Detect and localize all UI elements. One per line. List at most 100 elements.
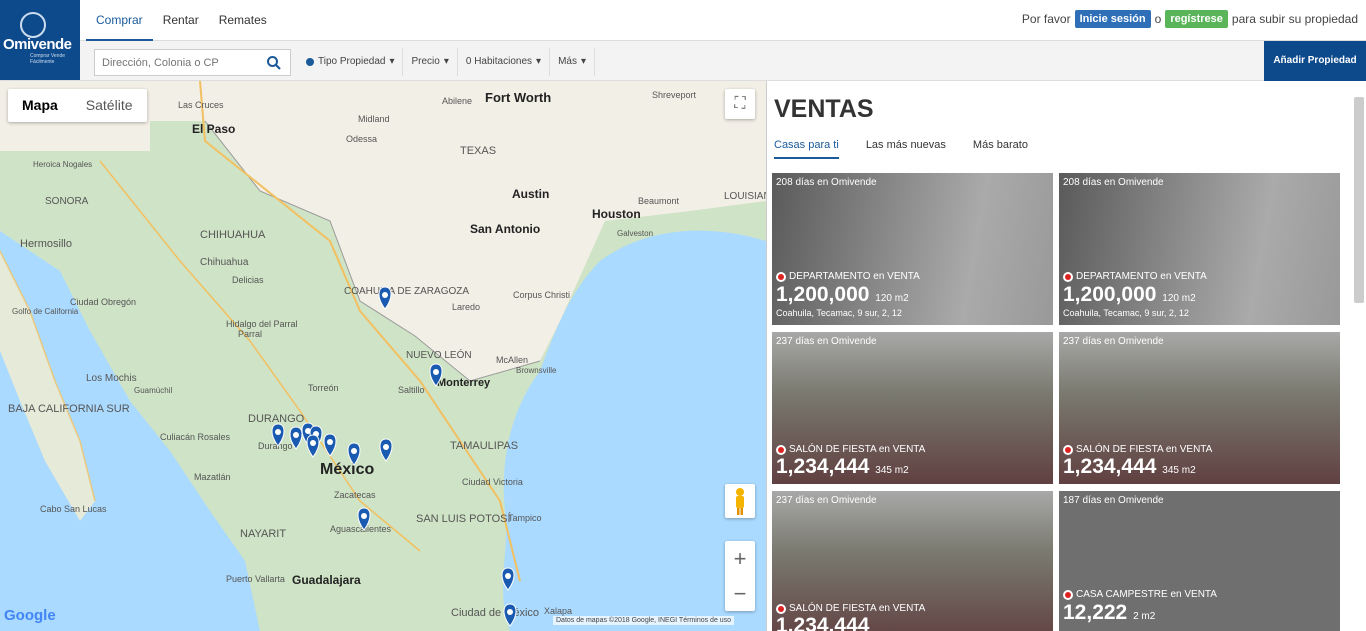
listing-dot-icon — [776, 271, 786, 282]
listing-price-value: 1,200,000 — [776, 283, 870, 306]
filter-tipo-propiedad[interactable]: Tipo Propiedad ▾ — [298, 48, 404, 76]
map-label: Abilene — [442, 96, 472, 106]
map-label: Beaumont — [638, 196, 680, 206]
listing-area: 120 m2 — [1162, 293, 1196, 304]
listing-days: 237 días en Omivende — [776, 336, 877, 347]
map-label: México — [320, 461, 374, 478]
listing-area: 345 m2 — [1162, 465, 1196, 476]
listing-price: 1,234,444 345 m2 — [1063, 455, 1196, 479]
search-icon[interactable] — [266, 55, 282, 76]
listing-dot-icon — [1063, 589, 1073, 600]
filter-label: Más — [558, 56, 577, 67]
zoom-out-button[interactable]: − — [725, 576, 755, 611]
chevron-down-icon: ▾ — [580, 56, 586, 67]
listing-price: 1,200,000 120 m2 — [1063, 283, 1196, 307]
map-label: Chihuahua — [200, 257, 249, 268]
street-view-pegman-icon[interactable] — [725, 484, 755, 518]
map-attribution[interactable]: Datos de mapas ©2018 Google, INEGI Térmi… — [553, 616, 735, 625]
nav-comprar[interactable]: Comprar — [86, 0, 153, 41]
map[interactable]: Fort Worth Abilene Shreveport Las Cruces El … — [0, 81, 766, 631]
map-label: Los Mochis — [86, 373, 137, 384]
map-label: Cabo San Lucas — [40, 504, 107, 514]
auth-prompt: Por favor Inicie sesión o regístrese par… — [1022, 10, 1358, 28]
logo-ring-icon — [20, 12, 46, 38]
main-nav: Comprar Rentar Remates — [86, 0, 277, 41]
map-label: Hidalgo del Parral — [226, 319, 298, 329]
auth-prefix: Por favor — [1021, 12, 1071, 26]
listing-card[interactable]: 208 días en Omivende DEPARTAMENTO en VEN… — [772, 173, 1053, 325]
listing-card[interactable]: 208 días en Omivende DEPARTAMENTO en VEN… — [1059, 173, 1340, 325]
map-label: Culiacán Rosales — [160, 432, 231, 442]
map-label: Parral — [238, 329, 262, 339]
tab-mas-barato[interactable]: Más barato — [973, 139, 1028, 159]
nav-rentar[interactable]: Rentar — [153, 0, 209, 41]
map-label: Ciudad Obregón — [70, 297, 136, 307]
listing-card[interactable]: 237 días en Omivende SALÓN DE FIESTA en … — [1059, 332, 1340, 484]
map-label: Tampico — [508, 513, 542, 523]
map-label: San Antonio — [470, 222, 540, 236]
listing-price-value: 1,200,000 — [1063, 283, 1157, 306]
filter-mas[interactable]: Más ▾ — [550, 48, 595, 76]
listing-price-value: 1,234,444 — [1063, 455, 1157, 478]
listing-card[interactable]: 187 días en Omivende CASA CAMPESTRE en V… — [1059, 491, 1340, 631]
filter-precio[interactable]: Precio ▾ — [403, 48, 458, 76]
dot-icon — [306, 58, 314, 66]
map-type-mapa[interactable]: Mapa — [8, 89, 72, 122]
map-label: CHIHUAHUA — [200, 229, 266, 241]
listing-card[interactable]: 237 días en Omivende SALÓN DE FIESTA en … — [772, 332, 1053, 484]
listing-address: Coahuila, Tecamac, 9 sur, 2, 12 — [776, 308, 902, 318]
listing-dot-icon — [1063, 271, 1073, 282]
zoom-in-button[interactable]: + — [725, 541, 755, 576]
tab-las-mas-nuevas[interactable]: Las más nuevas — [866, 139, 946, 159]
omivende-logo[interactable]: Omivende Comprar Vende Fácilmente — [0, 0, 80, 80]
listing-tabs: Casas para ti Las más nuevas Más barato — [774, 139, 1028, 159]
map-label: Galveston — [617, 229, 653, 238]
map-label: Mazatlán — [194, 472, 231, 482]
map-label: Laredo — [452, 302, 480, 312]
search-input[interactable] — [95, 50, 260, 75]
listing-type: SALÓN DE FIESTA en VENTA — [776, 444, 925, 455]
tab-casas-para-ti[interactable]: Casas para ti — [774, 139, 839, 159]
map-canvas: Fort Worth Abilene Shreveport Las Cruces El … — [0, 81, 766, 631]
listing-days: 237 días en Omivende — [1063, 336, 1164, 347]
listing-days: 187 días en Omivende — [1063, 495, 1164, 506]
filter-habitaciones[interactable]: 0 Habitaciones ▾ — [458, 48, 551, 76]
map-label: McAllen — [496, 355, 528, 365]
map-label: Xalapa — [544, 606, 572, 616]
panel-scrollbar[interactable] — [1354, 97, 1364, 303]
filter-label: Tipo Propiedad — [318, 56, 386, 67]
listing-type: DEPARTAMENTO en VENTA — [1063, 271, 1207, 282]
listing-type-label: SALÓN DE FIESTA en VENTA — [789, 603, 926, 614]
fullscreen-icon[interactable]: ⛶ — [725, 89, 755, 119]
listing-dot-icon — [1063, 444, 1073, 455]
map-type-satelite[interactable]: Satélite — [72, 89, 147, 122]
map-label: Ciudad Victoria — [462, 477, 523, 487]
map-label: Fort Worth — [485, 90, 551, 105]
map-label: LOUISIANA — [724, 191, 766, 202]
panel-title: VENTAS — [774, 95, 874, 123]
map-label: Golfo de California — [12, 307, 79, 316]
listing-price: 12,222 2 m2 — [1063, 601, 1155, 625]
add-property-button[interactable]: Añadir Propiedad — [1264, 41, 1366, 81]
map-label: COAHUILA DE ZARAGOZA — [344, 286, 469, 297]
register-button[interactable]: regístrese — [1165, 10, 1228, 28]
google-logo: Google — [4, 607, 56, 624]
listing-dot-icon — [776, 603, 786, 614]
nav-remates[interactable]: Remates — [209, 0, 277, 41]
listing-type-label: SALÓN DE FIESTA en VENTA — [1076, 444, 1213, 455]
map-label: Saltillo — [398, 385, 425, 395]
search-box — [94, 49, 291, 76]
map-label: Delicias — [232, 275, 264, 285]
map-label: Austin — [512, 187, 549, 201]
listing-days: 208 días en Omivende — [1063, 177, 1164, 188]
login-button[interactable]: Inicie sesión — [1074, 10, 1151, 28]
listing-area: 2 m2 — [1133, 611, 1156, 622]
map-label: Midland — [358, 114, 390, 124]
listing-price-value: 1,234,444 — [776, 614, 870, 631]
listing-type: SALÓN DE FIESTA en VENTA — [776, 603, 925, 614]
map-type-toggle: Mapa Satélite — [8, 89, 147, 122]
listing-card[interactable]: 237 días en Omivende SALÓN DE FIESTA en … — [772, 491, 1053, 631]
listing-area: 120 m2 — [875, 293, 909, 304]
map-label: NAYARIT — [240, 528, 286, 540]
map-label: TAMAULIPAS — [450, 440, 518, 452]
